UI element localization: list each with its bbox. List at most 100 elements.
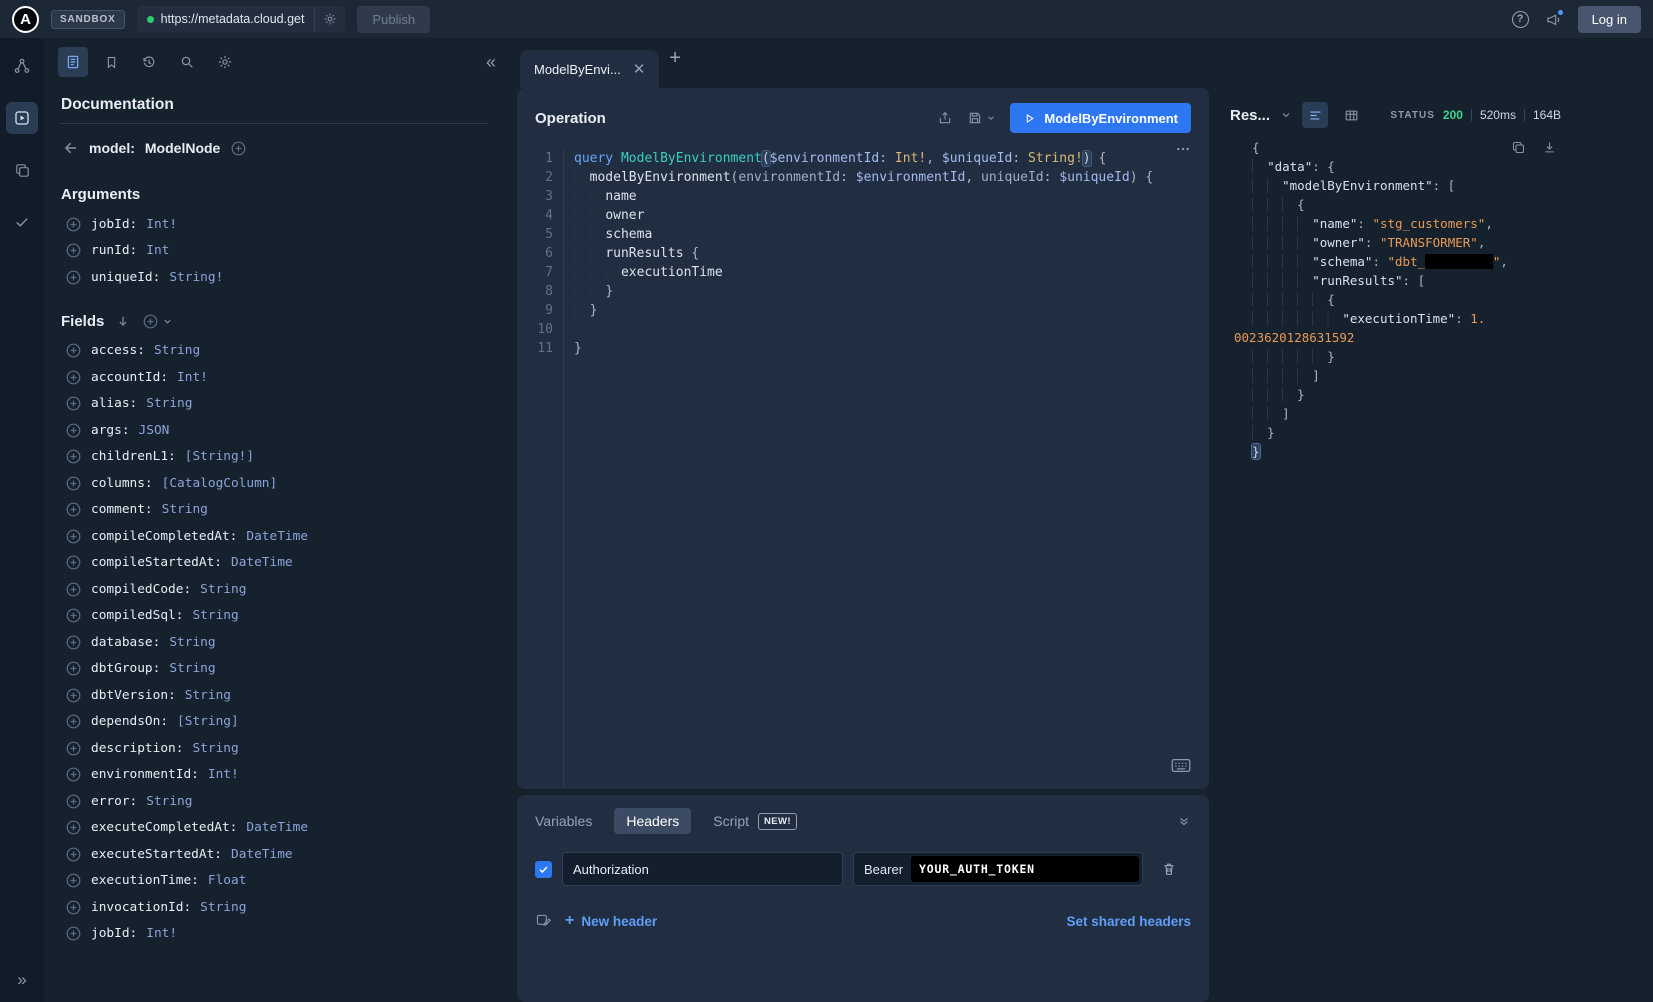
- doc-field-row[interactable]: invocationId:String: [61, 894, 488, 921]
- field-type[interactable]: DateTime: [231, 847, 293, 862]
- close-tab-icon[interactable]: ✕: [633, 62, 646, 77]
- add-field-to-query-icon[interactable]: [65, 687, 82, 704]
- add-field-to-query-icon[interactable]: [65, 846, 82, 863]
- add-field-to-query-icon[interactable]: [65, 793, 82, 810]
- tab-headers[interactable]: Headers: [614, 808, 691, 834]
- field-type[interactable]: String: [192, 608, 238, 623]
- doc-field-row[interactable]: dependsOn:[String]: [61, 709, 488, 736]
- response-dropdown-chevron-icon[interactable]: [1280, 109, 1292, 121]
- add-field-to-query-icon[interactable]: [65, 766, 82, 783]
- tab-variables[interactable]: Variables: [535, 813, 592, 829]
- query-code[interactable]: query ModelByEnvironment($environmentId:…: [563, 149, 1209, 789]
- doc-field-row[interactable]: columns:[CatalogColumn]: [61, 470, 488, 497]
- add-field-to-query-icon[interactable]: [65, 342, 82, 359]
- add-fields-icon[interactable]: [142, 313, 159, 330]
- add-field-to-query-icon[interactable]: [65, 528, 82, 545]
- doc-field-row[interactable]: jobId:Int!: [61, 211, 488, 238]
- copy-response-icon[interactable]: [1511, 140, 1526, 155]
- doc-field-row[interactable]: alias:String: [61, 391, 488, 418]
- doc-field-row[interactable]: access:String: [61, 338, 488, 365]
- documentation-tab-icon[interactable]: [58, 47, 88, 77]
- save-options-chevron-icon[interactable]: [986, 113, 996, 123]
- field-type[interactable]: String: [169, 635, 215, 650]
- doc-field-row[interactable]: comment:String: [61, 497, 488, 524]
- add-field-to-query-icon[interactable]: [65, 395, 82, 412]
- query-editor[interactable]: 1234567891011 query ModelByEnvironment($…: [517, 137, 1209, 789]
- collapse-io-panel-icon[interactable]: [1177, 814, 1191, 828]
- doc-field-row[interactable]: accountId:Int!: [61, 364, 488, 391]
- add-field-to-query-icon[interactable]: [65, 581, 82, 598]
- explorer-icon[interactable]: [6, 102, 38, 134]
- field-type[interactable]: DateTime: [231, 555, 293, 570]
- field-type[interactable]: String: [185, 688, 231, 703]
- expand-rail-icon[interactable]: »: [17, 970, 26, 990]
- field-type[interactable]: String: [162, 502, 208, 517]
- set-shared-headers-link[interactable]: Set shared headers: [1066, 914, 1191, 929]
- field-type[interactable]: String: [192, 741, 238, 756]
- add-field-to-query-icon[interactable]: [65, 269, 82, 286]
- field-type[interactable]: [String!]: [185, 449, 254, 464]
- add-field-to-query-icon[interactable]: [65, 634, 82, 651]
- back-arrow-icon[interactable]: [61, 139, 79, 157]
- editor-menu-icon[interactable]: [1175, 141, 1191, 157]
- doc-field-row[interactable]: executeStartedAt:DateTime: [61, 841, 488, 868]
- publish-button[interactable]: Publish: [357, 6, 430, 33]
- add-field-to-query-icon[interactable]: [65, 607, 82, 624]
- field-type[interactable]: Int!: [146, 217, 177, 232]
- field-type[interactable]: String: [154, 343, 200, 358]
- add-field-to-query-icon[interactable]: [65, 242, 82, 259]
- field-type[interactable]: Int!: [177, 370, 208, 385]
- doc-field-row[interactable]: runId:Int: [61, 238, 488, 265]
- share-operation-icon[interactable]: [937, 110, 953, 126]
- download-response-icon[interactable]: [1542, 140, 1557, 155]
- add-field-to-query-icon[interactable]: [65, 925, 82, 942]
- add-field-to-query-icon[interactable]: [65, 475, 82, 492]
- add-field-to-query-icon[interactable]: [65, 872, 82, 889]
- field-type[interactable]: [String]: [177, 714, 239, 729]
- doc-field-row[interactable]: description:String: [61, 735, 488, 762]
- add-all-fields-icon[interactable]: [230, 140, 247, 157]
- header-value-field[interactable]: Bearer YOUR_AUTH_TOKEN: [853, 852, 1143, 886]
- add-field-to-query-icon[interactable]: [65, 819, 82, 836]
- doc-field-row[interactable]: compiledCode:String: [61, 576, 488, 603]
- doc-field-row[interactable]: compileStartedAt:DateTime: [61, 550, 488, 577]
- table-view-icon[interactable]: [1338, 102, 1364, 128]
- format-json-icon[interactable]: [1302, 102, 1328, 128]
- history-icon[interactable]: [134, 47, 164, 77]
- bookmarks-icon[interactable]: [96, 47, 126, 77]
- collapse-docs-icon[interactable]: «: [486, 53, 496, 71]
- add-field-to-query-icon[interactable]: [65, 554, 82, 571]
- field-type[interactable]: DateTime: [246, 529, 308, 544]
- apollo-logo[interactable]: A: [12, 6, 39, 33]
- new-tab-icon[interactable]: +: [669, 48, 681, 78]
- login-button[interactable]: Log in: [1578, 6, 1641, 33]
- field-type[interactable]: Float: [208, 873, 247, 888]
- header-enabled-checkbox[interactable]: [535, 861, 552, 878]
- doc-field-row[interactable]: executeCompletedAt:DateTime: [61, 815, 488, 842]
- field-type[interactable]: Int: [146, 243, 169, 258]
- auth-token-chip[interactable]: YOUR_AUTH_TOKEN: [911, 856, 1139, 882]
- breadcrumb-type[interactable]: ModelNode: [145, 140, 220, 156]
- field-type[interactable]: JSON: [139, 423, 170, 438]
- add-field-to-query-icon[interactable]: [65, 216, 82, 233]
- add-field-to-query-icon[interactable]: [65, 660, 82, 677]
- header-key-input[interactable]: [562, 852, 843, 886]
- field-type[interactable]: String: [146, 396, 192, 411]
- save-operation-icon[interactable]: [967, 110, 983, 126]
- field-type[interactable]: Int!: [146, 926, 177, 941]
- schema-icon[interactable]: [6, 50, 38, 82]
- delete-header-icon[interactable]: [1161, 861, 1177, 877]
- field-type[interactable]: String: [200, 582, 246, 597]
- response-json[interactable]: { "data": { "modelByEnvironment": [ { "n…: [1252, 138, 1653, 461]
- field-type[interactable]: DateTime: [246, 820, 308, 835]
- doc-field-row[interactable]: childrenL1:[String!]: [61, 444, 488, 471]
- sort-fields-icon[interactable]: [116, 314, 130, 328]
- field-type[interactable]: String!: [169, 270, 223, 285]
- add-field-to-query-icon[interactable]: [65, 501, 82, 518]
- field-type[interactable]: String: [146, 794, 192, 809]
- doc-field-row[interactable]: error:String: [61, 788, 488, 815]
- add-field-to-query-icon[interactable]: [65, 448, 82, 465]
- endpoint-url-pill[interactable]: https://metadata.cloud.get: [137, 6, 346, 32]
- field-type[interactable]: String: [200, 900, 246, 915]
- doc-field-row[interactable]: compileCompletedAt:DateTime: [61, 523, 488, 550]
